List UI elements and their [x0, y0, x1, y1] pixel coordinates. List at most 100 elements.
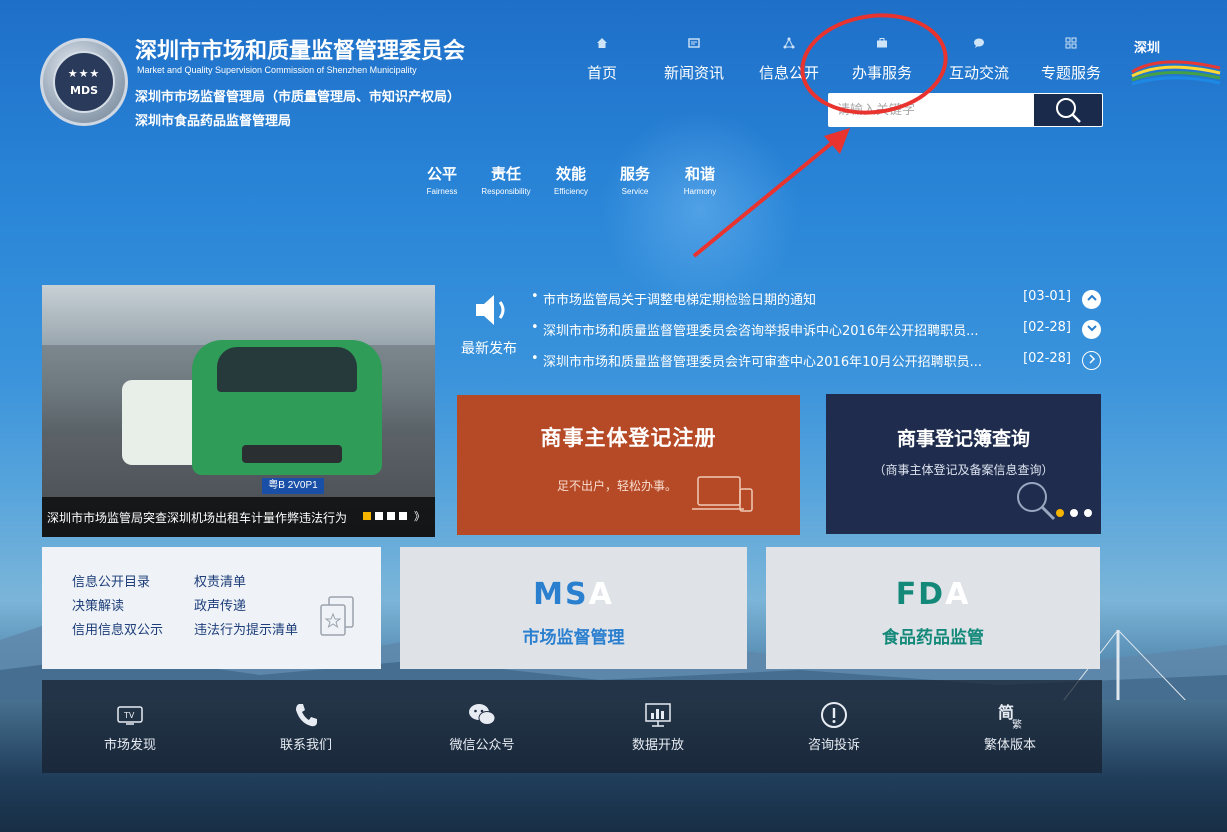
news-item[interactable]: • 市市场监管局关于调整电梯定期检验日期的通知 [03-01] [531, 289, 1071, 309]
phone-icon [218, 702, 394, 728]
nav-topics[interactable]: 专题服务 [1026, 36, 1116, 83]
news-icon [649, 36, 739, 54]
carousel-caption[interactable]: 深圳市市场监管局突查深圳机场出租车计量作弊违法行为 [47, 509, 347, 526]
devices-icon [692, 476, 753, 512]
footer-complaints[interactable]: 咨询投诉 [746, 680, 922, 773]
msa-logo: MSA [400, 577, 747, 612]
nav-services-label: 办事服务 [851, 64, 912, 82]
svg-text:繁: 繁 [1012, 718, 1022, 729]
news-scroll-up-button[interactable] [1082, 290, 1101, 309]
nav-info-public[interactable]: 信息公开 [744, 36, 834, 83]
footer-open-data[interactable]: 数据开放 [570, 680, 746, 773]
photo-ceiling [42, 285, 435, 345]
wechat-icon [394, 702, 570, 728]
quick-links-tile: 信息公开目录 权责清单 决策解读 政声传递 信用信息双公示 违法行为提示清单 [42, 547, 381, 669]
carousel-dot[interactable] [363, 512, 371, 520]
logo-stars-icon: ★★★ [67, 67, 101, 80]
carousel-dot[interactable] [399, 512, 407, 520]
search-input[interactable] [829, 94, 1034, 126]
value-cn: 效能 [555, 165, 586, 183]
msa-logo-a: A [588, 577, 614, 612]
svg-text:深圳: 深圳 [1134, 40, 1160, 56]
footer-label: 咨询投诉 [807, 738, 860, 753]
home-icon [557, 36, 647, 54]
footer-label: 繁体版本 [983, 738, 1036, 753]
svg-text:TV: TV [123, 711, 135, 720]
value-responsibility: 责任 Responsibility [471, 163, 541, 196]
registry-query-tile[interactable]: 商事登记簿查询 （商事主体登记及备案信息查询） [826, 394, 1101, 534]
chat-icon [934, 36, 1024, 54]
news-more-button[interactable] [1082, 351, 1101, 370]
news-item[interactable]: • 深圳市市场和质量监督管理委员会许可审查中心2016年10月公开招聘职员...… [531, 351, 1071, 371]
logo-text: MDS [70, 84, 98, 97]
business-registration-subtitle: 足不出户，轻松办事。 [557, 479, 678, 493]
fda-logo-main: FD [895, 577, 946, 612]
org-name-cn: 深圳市市场和质量监督管理委员会 [135, 39, 466, 64]
footer-traditional-chinese[interactable]: 简繁 繁体版本 [922, 680, 1098, 773]
nav-info-public-label: 信息公开 [758, 64, 819, 82]
value-cn: 服务 [619, 165, 650, 183]
search-button[interactable] [1034, 94, 1102, 126]
nav-home-label: 首页 [586, 64, 617, 82]
news-date: [02-28] [1023, 320, 1071, 335]
msa-label: 市场监督管理 [522, 628, 625, 648]
nav-interaction-label: 互动交流 [948, 64, 1009, 82]
tile-dot[interactable] [1084, 509, 1092, 517]
photo-windshield [217, 347, 357, 392]
tv-icon: TV [42, 702, 218, 728]
msa-tile[interactable]: MSA 市场监督管理 [400, 547, 747, 669]
org-name-en: Market and Quality Supervision Commissio… [137, 65, 417, 75]
link-power-list[interactable]: 权责清单 [194, 571, 246, 590]
value-fairness: 公平 Fairness [407, 163, 477, 196]
documents-icon [320, 596, 354, 636]
link-government-voice[interactable]: 政声传递 [194, 595, 246, 614]
carousel-next-button[interactable]: 》 [414, 508, 425, 524]
fda-label: 食品药品监管 [882, 628, 984, 648]
chart-icon [570, 702, 746, 728]
link-violation-list[interactable]: 违法行为提示清单 [194, 619, 298, 638]
nav-news-label: 新闻资讯 [663, 64, 724, 82]
magnifier-icon [1017, 482, 1056, 521]
fda-logo: FDA [766, 577, 1100, 612]
news-date: [03-01] [1023, 289, 1071, 304]
news-section-label: 最新发布 [461, 341, 517, 357]
org-logo[interactable]: ★★★ MDS [40, 38, 128, 126]
nav-topics-label: 专题服务 [1040, 64, 1101, 82]
nav-home[interactable]: 首页 [557, 36, 647, 83]
fda-tile[interactable]: FDA 食品药品监管 [766, 547, 1100, 669]
news-scroll-down-button[interactable] [1082, 320, 1101, 339]
nav-news[interactable]: 新闻资讯 [649, 36, 739, 83]
tile-dot[interactable] [1056, 509, 1064, 517]
footer-market-discovery[interactable]: TV 市场发现 [42, 680, 218, 773]
link-info-catalog[interactable]: 信息公开目录 [72, 571, 150, 590]
link-credit-publicity[interactable]: 信用信息双公示 [72, 619, 163, 638]
chevron-down-icon [1086, 325, 1097, 332]
carousel-dot[interactable] [375, 512, 383, 520]
link-policy-interpretation[interactable]: 决策解读 [72, 595, 124, 614]
tile-carousel-dots [1056, 509, 1092, 517]
chevron-right-icon [1088, 354, 1095, 364]
value-en: Harmony [683, 187, 717, 196]
value-cn: 责任 [490, 165, 521, 183]
footer-contact-us[interactable]: 联系我们 [218, 680, 394, 773]
nav-services[interactable]: 办事服务 [837, 36, 927, 83]
org-sub-name-2: 深圳市食品药品监督管理局 [135, 114, 292, 129]
carousel-caption-bar: 深圳市市场监管局突查深圳机场出租车计量作弊违法行为 》 [42, 497, 435, 537]
shenzhen-brand-logo[interactable]: 深圳 [1130, 38, 1222, 86]
news-item[interactable]: • 深圳市市场和质量监督管理委员会咨询举报申诉中心2016年公开招聘职员... … [531, 320, 1071, 340]
news-carousel[interactable]: 粤B 2V0P1 深圳市市场监管局突查深圳机场出租车计量作弊违法行为 》 [42, 285, 435, 537]
tile-dot[interactable] [1070, 509, 1078, 517]
carousel-dots: 》 [363, 508, 425, 524]
business-registration-tile[interactable]: 商事主体登记注册 足不出户，轻松办事。 [457, 395, 800, 535]
news-title[interactable]: 市市场监管局关于调整电梯定期检验日期的通知 [543, 289, 816, 308]
alert-icon [746, 702, 922, 728]
nav-interaction[interactable]: 互动交流 [934, 36, 1024, 83]
news-title[interactable]: 深圳市市场和质量监督管理委员会许可审查中心2016年10月公开招聘职员... [543, 351, 982, 370]
news-title[interactable]: 深圳市市场和质量监督管理委员会咨询举报申诉中心2016年公开招聘职员... [543, 320, 978, 339]
chevron-up-icon [1086, 294, 1097, 301]
value-cn: 和谐 [684, 165, 715, 183]
carousel-dot[interactable] [387, 512, 395, 520]
bullet-icon: • [531, 320, 539, 335]
footer-wechat[interactable]: 微信公众号 [394, 680, 570, 773]
value-efficiency: 效能 Efficiency [536, 163, 606, 196]
